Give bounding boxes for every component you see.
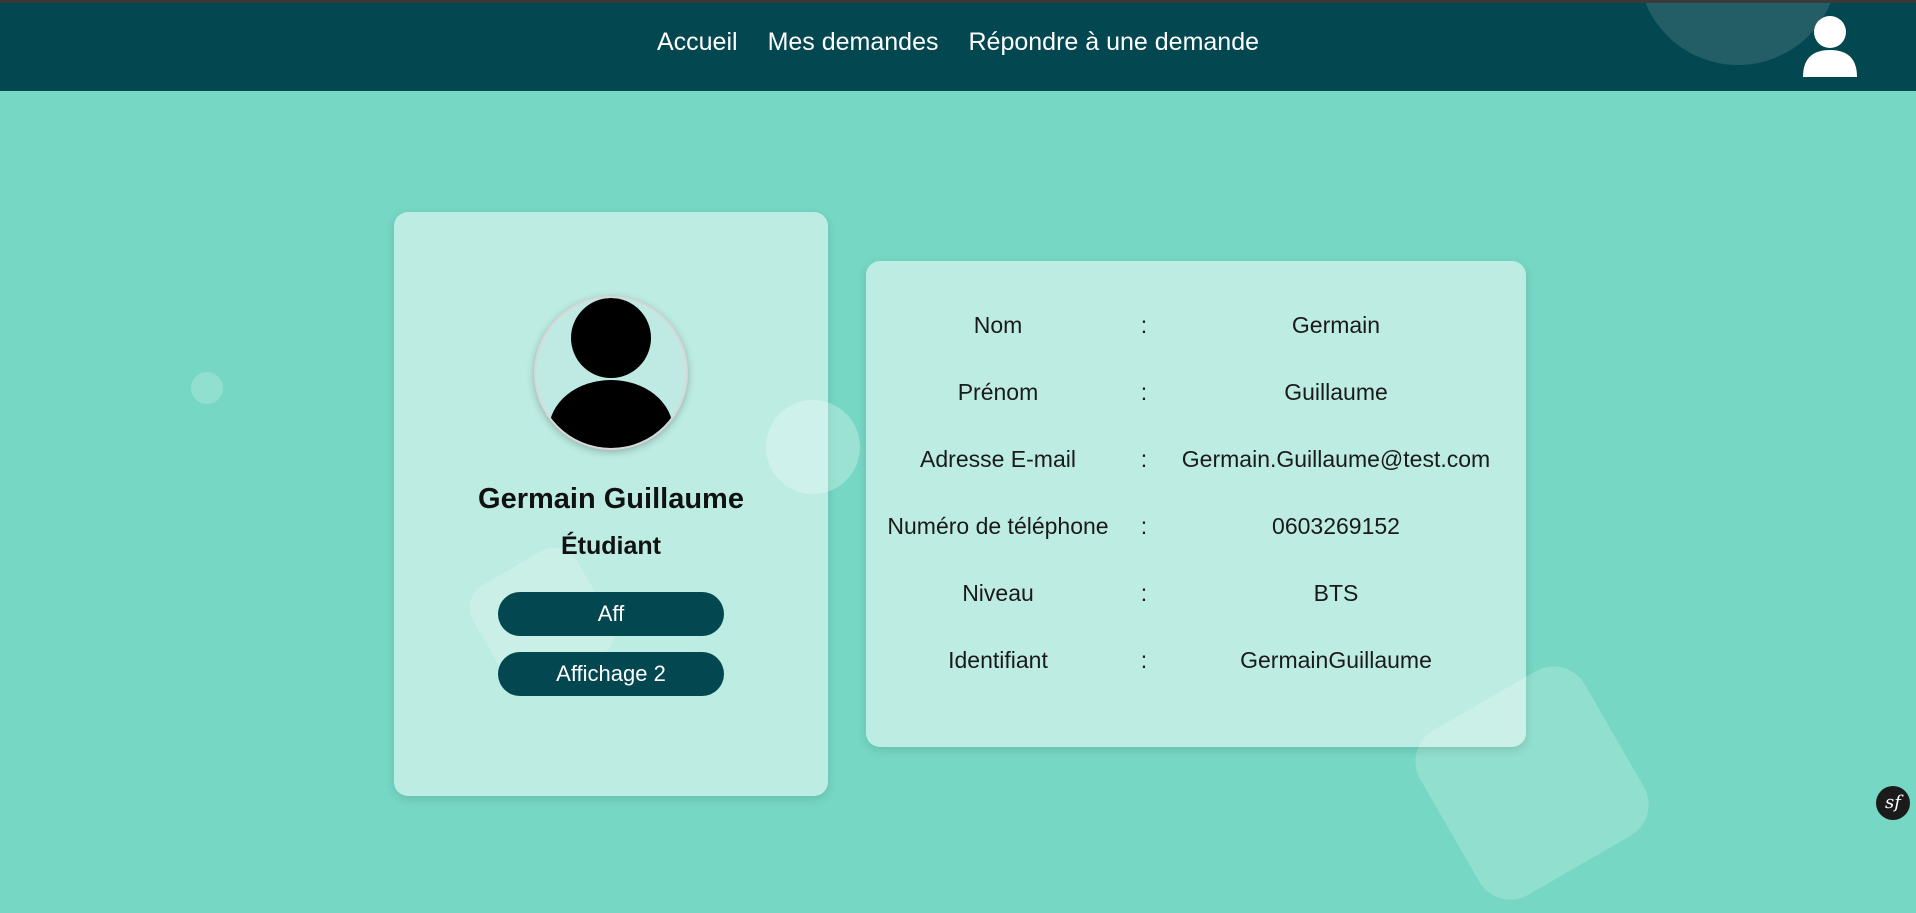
nav-link-accueil[interactable]: Accueil [657,28,738,57]
avatar-icon [534,296,688,450]
info-separator: : [1140,446,1148,472]
info-separator: : [1140,513,1148,539]
info-value: BTS [1313,580,1359,606]
info-row-niveau: Niveau : BTS [866,573,1526,613]
info-value: Guillaume [1284,379,1388,405]
info-card: Nom : Germain Prénom : Guillaume Adresse… [866,261,1526,747]
info-label: Nom [973,312,1023,338]
symfony-icon[interactable]: sf [1876,786,1910,820]
nav-link-mes-demandes[interactable]: Mes demandes [768,28,939,57]
decorative-bubble [766,400,860,494]
info-row-prenom: Prénom : Guillaume [866,372,1526,412]
info-value: GermainGuillaume [1240,647,1432,673]
info-label: Identifiant [948,647,1048,673]
info-separator: : [1140,647,1148,673]
info-separator: : [1140,580,1148,606]
aff-button[interactable]: Aff [498,592,724,636]
info-label: Numéro de téléphone [887,513,1109,539]
info-row-nom: Nom : Germain [866,305,1526,345]
affichage-2-button[interactable]: Affichage 2 [498,652,724,696]
info-value: Germain.Guillaume@test.com [1181,446,1491,472]
user-icon[interactable] [1800,15,1860,77]
info-row-email: Adresse E-mail : Germain.Guillaume@test.… [866,439,1526,479]
top-navbar: Accueil Mes demandes Répondre à une dema… [0,3,1916,91]
info-label: Prénom [957,379,1039,405]
info-label: Niveau [962,580,1034,606]
info-row-telephone: Numéro de téléphone : 0603269152 [866,506,1526,546]
info-label: Adresse E-mail [920,446,1076,472]
decorative-dot [191,372,223,404]
info-row-identifiant: Identifiant : GermainGuillaume [866,640,1526,680]
nav-links: Accueil Mes demandes Répondre à une dema… [0,3,1916,91]
profile-name: Germain Guillaume [478,483,744,515]
info-separator: : [1140,379,1148,405]
info-value: Germain [1291,312,1381,338]
info-value: 0603269152 [1272,513,1400,539]
profile-card: Germain Guillaume Étudiant Aff Affichage… [394,212,828,796]
profile-role: Étudiant [561,532,661,560]
nav-link-repondre[interactable]: Répondre à une demande [969,28,1260,57]
info-separator: : [1140,312,1148,338]
